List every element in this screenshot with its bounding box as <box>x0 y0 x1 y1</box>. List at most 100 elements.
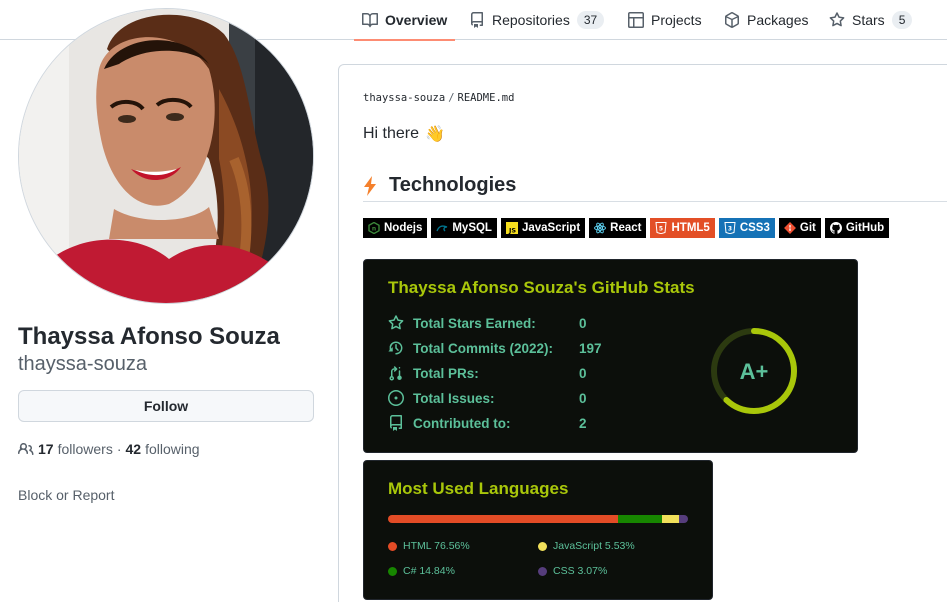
language-dot <box>388 566 397 576</box>
react-icon <box>594 222 607 234</box>
stat-label: Total Stars Earned: <box>413 315 536 331</box>
stat-row-commits: Total Commits (2022): 197 <box>388 338 602 358</box>
badge-javascript[interactable]: JS JavaScript <box>500 218 586 238</box>
nodejs-icon: n <box>368 222 380 234</box>
mysql-icon <box>436 225 448 232</box>
svg-text:3: 3 <box>728 226 732 233</box>
stat-row-contributed: Contributed to: 2 <box>388 413 587 433</box>
readme-owner-link[interactable]: thayssa-souza <box>363 92 445 104</box>
language-label: CSS 3.07% <box>553 565 608 577</box>
badge-label: React <box>610 222 642 234</box>
language-label: C# 14.84% <box>403 565 455 577</box>
repo-icon <box>471 12 483 28</box>
stat-value: 0 <box>579 315 587 331</box>
git-icon <box>783 222 796 234</box>
followers-count[interactable]: 17 <box>38 441 54 457</box>
badge-mysql[interactable]: MySQL <box>431 218 497 238</box>
language-item-javascript: JavaScript 5.53% <box>538 540 635 552</box>
badge-label: HTML5 <box>671 222 710 234</box>
tab-label: Repositories <box>492 12 570 28</box>
follow-button[interactable]: Follow <box>18 390 314 422</box>
technologies-heading-text: Technologies <box>389 174 517 196</box>
tab-stars[interactable]: Stars 5 <box>829 0 913 40</box>
technologies-heading: Technologies <box>363 170 947 202</box>
badge-git[interactable]: Git <box>778 218 821 238</box>
badge-html5[interactable]: 5 HTML5 <box>650 218 715 238</box>
repositories-count-badge: 37 <box>576 11 605 29</box>
github-stats-card[interactable]: Thayssa Afonso Souza's GitHub Stats Tota… <box>363 259 858 453</box>
readme-path: thayssa-souza / README.md <box>363 92 514 104</box>
stat-row-issues: Total Issues: 0 <box>388 388 587 408</box>
following-label[interactable]: following <box>145 441 199 457</box>
rank-ring: A+ <box>711 328 797 414</box>
following-count[interactable]: 42 <box>126 441 142 457</box>
svg-text:n: n <box>372 225 376 232</box>
people-icon <box>18 443 34 455</box>
separator: · <box>116 441 122 457</box>
badge-label: JavaScript <box>521 222 581 234</box>
stat-row-stars: Total Stars Earned: 0 <box>388 313 587 333</box>
svg-text:5: 5 <box>659 226 663 233</box>
readme-file-link[interactable]: README.md <box>458 92 515 104</box>
wave-emoji: 👋 <box>425 126 445 143</box>
language-bar-segment <box>678 515 688 523</box>
pull-request-icon <box>389 366 402 381</box>
star-icon <box>388 315 404 330</box>
avatar[interactable] <box>18 8 314 304</box>
badge-github[interactable]: GitHub <box>824 218 890 238</box>
stat-label: Contributed to: <box>413 415 511 431</box>
language-item-html: HTML 76.56% <box>388 540 470 552</box>
language-bar-segment <box>662 515 679 523</box>
badge-label: Git <box>799 222 816 234</box>
language-dot <box>538 541 547 551</box>
profile-username: thayssa-souza <box>18 353 147 375</box>
lightning-icon <box>364 175 376 196</box>
star-icon <box>829 12 845 27</box>
languages-progress-bar <box>388 515 688 523</box>
stat-value: 0 <box>579 390 587 406</box>
tab-label: Projects <box>651 12 702 28</box>
profile-full-name: Thayssa Afonso Souza <box>18 323 280 350</box>
language-bar-segment <box>388 515 618 523</box>
technology-badges: n Nodejs MySQL JS JavaScript React 5 HTM… <box>363 218 890 238</box>
avatar-photo <box>19 9 313 303</box>
top-languages-card[interactable]: Most Used Languages HTML 76.56% C# 14.84… <box>363 460 713 600</box>
followers-summary: 17 followers · 42 following <box>18 441 200 457</box>
tab-label: Overview <box>385 12 448 28</box>
readme-greeting: Hi there 👋 <box>363 124 445 144</box>
block-or-report-link[interactable]: Block or Report <box>18 487 114 503</box>
tab-packages[interactable]: Packages <box>724 0 808 40</box>
language-label: JavaScript 5.53% <box>553 540 635 552</box>
stat-label: Total Issues: <box>413 390 495 406</box>
issue-icon <box>388 390 404 406</box>
stat-value: 2 <box>579 415 587 431</box>
stats-title: Thayssa Afonso Souza's GitHub Stats <box>388 278 695 297</box>
svg-text:JS: JS <box>508 227 516 235</box>
javascript-icon: JS <box>505 222 518 235</box>
css3-icon: 3 <box>724 222 736 234</box>
tab-projects[interactable]: Projects <box>628 0 702 40</box>
badge-react[interactable]: React <box>589 218 647 238</box>
package-icon <box>724 12 740 28</box>
badge-css3[interactable]: 3 CSS3 <box>718 218 775 238</box>
language-dot <box>538 566 547 576</box>
github-icon <box>829 222 842 234</box>
history-icon <box>388 341 403 355</box>
language-item-csharp: C# 14.84% <box>388 565 455 577</box>
followers-label[interactable]: followers <box>58 441 113 457</box>
badge-label: GitHub <box>845 222 885 234</box>
badge-label: Nodejs <box>384 222 423 234</box>
language-bar-segment <box>617 515 663 523</box>
stat-value: 197 <box>579 340 602 356</box>
tab-overview[interactable]: Overview <box>353 0 456 41</box>
book-icon <box>362 13 378 28</box>
language-dot <box>388 541 397 551</box>
repo-icon <box>390 415 402 431</box>
path-separator: / <box>448 92 455 104</box>
stars-count-badge: 5 <box>891 11 913 29</box>
languages-title: Most Used Languages <box>388 479 569 498</box>
badge-label: CSS3 <box>739 222 770 234</box>
language-label: HTML 76.56% <box>403 540 470 552</box>
badge-nodejs[interactable]: n Nodejs <box>363 218 428 238</box>
tab-repositories[interactable]: Repositories 37 <box>469 0 605 40</box>
